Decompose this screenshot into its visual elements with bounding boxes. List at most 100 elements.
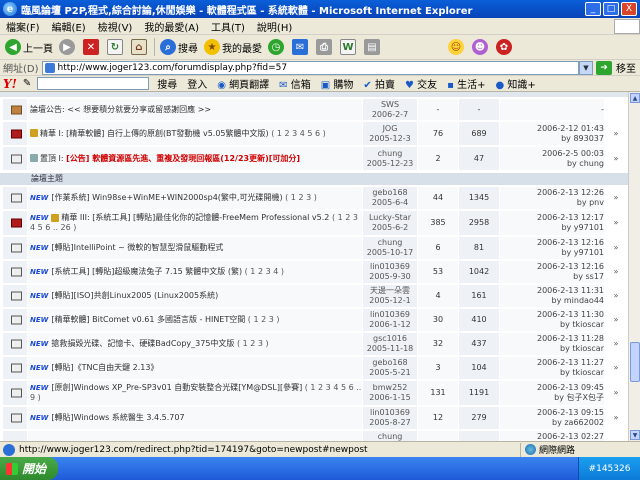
thread-title[interactable]: [轉貼][ISO]共創Linux2005 (Linux2005系統) xyxy=(51,291,218,300)
forward-button[interactable]: ▶ xyxy=(56,36,80,58)
jump-last-icon[interactable]: » xyxy=(606,388,626,398)
start-button[interactable]: 開始 xyxy=(0,457,58,480)
last-post-by[interactable]: by 893037 xyxy=(561,134,604,143)
vertical-scrollbar[interactable]: ▲ ▼ xyxy=(628,92,640,441)
jump-last-icon[interactable]: » xyxy=(606,243,626,253)
menu-help[interactable]: 說明(H) xyxy=(251,19,298,34)
minimize-button[interactable]: _ xyxy=(585,2,601,16)
messenger-button[interactable]: ☺ xyxy=(445,36,469,58)
author-name[interactable]: 天邊一朵雲 xyxy=(370,286,410,295)
page-links[interactable]: ( 1 2 3 4 5 6 ) xyxy=(271,129,326,138)
favorites-button[interactable]: ★ 我的最愛 xyxy=(201,36,265,58)
page-links[interactable]: ( 1 2 3 ) xyxy=(237,339,269,348)
yahoo-search-button[interactable]: 搜尋 xyxy=(152,76,182,91)
thread-title[interactable]: [轉貼]Windows 系統醫生 3.4.5.707 xyxy=(51,413,184,422)
thread-title[interactable]: [系統工具] [轉貼]最佳化你的記憶體-FreeMem Professional… xyxy=(92,213,329,222)
emoticon-button[interactable]: ☻ xyxy=(469,36,493,58)
yahoo-auction-button[interactable]: ✔ 拍賣 xyxy=(358,76,400,91)
search-button[interactable]: ⌕ 搜尋 xyxy=(157,36,201,58)
last-post-by[interactable]: by mindao44 xyxy=(552,296,605,305)
last-post-time[interactable]: 2006-2-13 12:16 xyxy=(537,238,604,247)
thread-title[interactable]: [公告] 軟體資源區先進、重複及發現回報區(12/23更新)[可加分] xyxy=(66,154,300,163)
address-input[interactable]: http://www.joger123.com/forumdisplay.php… xyxy=(41,60,579,75)
yahoo-dating-button[interactable]: ♥ 交友 xyxy=(400,76,442,91)
author-name[interactable]: chung xyxy=(378,432,403,441)
last-post-time[interactable]: 2006-2-13 11:27 xyxy=(537,358,604,367)
last-post-by[interactable]: by 包子X包子 xyxy=(554,393,604,402)
go-arrow-icon[interactable]: ➜ xyxy=(596,60,612,75)
author-name[interactable]: gebo168 xyxy=(372,188,407,197)
last-post-time[interactable]: 2006-2-13 09:15 xyxy=(537,408,604,417)
last-post-by[interactable]: by za662002 xyxy=(552,418,604,427)
author-name[interactable]: Lucky-Star xyxy=(369,213,411,222)
last-post-by[interactable]: by y97101 xyxy=(561,248,604,257)
stop-button[interactable]: ✕ xyxy=(80,36,104,58)
page-links[interactable]: ( 1 2 3 ) xyxy=(285,193,317,202)
mail-button[interactable]: ✉ xyxy=(289,36,313,58)
yahoo-knowledge-button[interactable]: ● 知識+ xyxy=(490,76,540,91)
thread-title[interactable]: 搶救損毀光碟、記憶卡、硬碟BadCopy_375中文版 xyxy=(51,339,234,348)
page-links[interactable]: ( 1 2 3 4 ) xyxy=(245,267,284,276)
last-post-time[interactable]: 2006-2-13 12:16 xyxy=(537,262,604,271)
thread-title[interactable]: [原創]Windows XP_Pre-SP3v01 自動安裝整合光碟[YM@DS… xyxy=(51,383,302,392)
back-button[interactable]: ◀ 上一頁 xyxy=(2,36,56,58)
menu-favorites[interactable]: 我的最愛(A) xyxy=(138,19,205,34)
last-post-by[interactable]: by tkioscar xyxy=(560,320,604,329)
jump-last-icon[interactable]: » xyxy=(606,339,626,349)
thread-title[interactable]: [作業系統] Win98se+WinME+WIN2000sp4(繁中,可光碟開機… xyxy=(51,193,282,202)
author-name[interactable]: bmw252 xyxy=(373,383,408,392)
go-button[interactable]: 移至 xyxy=(612,60,640,75)
yahoo-login-button[interactable]: 登入 xyxy=(182,76,212,91)
addon-button[interactable]: ✿ xyxy=(493,36,517,58)
yahoo-mail-button[interactable]: ✉ 信箱 xyxy=(274,76,316,91)
refresh-button[interactable]: ↻ xyxy=(104,36,128,58)
last-post-time[interactable]: 2006-2-13 12:26 xyxy=(537,188,604,197)
author-name[interactable]: lin010369 xyxy=(370,408,410,417)
announcement-title[interactable]: 論壇公告: << 想要積分就要分享或留感謝回應 >> xyxy=(30,105,211,114)
jump-last-icon[interactable]: » xyxy=(606,267,626,277)
author-name[interactable]: gsc1016 xyxy=(373,334,407,343)
author-name[interactable]: JOG xyxy=(383,124,398,133)
menu-tools[interactable]: 工具(T) xyxy=(205,19,251,34)
page-links[interactable]: ( 1 2 3 ) xyxy=(248,315,280,324)
close-button[interactable]: X xyxy=(621,2,637,16)
author-name[interactable]: lin010369 xyxy=(370,262,410,271)
jump-last-icon[interactable]: » xyxy=(606,154,626,164)
yahoo-life-button[interactable]: ▪ 生活+ xyxy=(442,76,490,91)
yahoo-search-input[interactable] xyxy=(37,77,150,90)
jump-last-icon[interactable]: » xyxy=(606,363,626,373)
discuss-button[interactable]: ▤ xyxy=(361,36,385,58)
thread-title[interactable]: [精華軟體] BitComet v0.61 多國語言版 - HINET空間 xyxy=(51,315,245,324)
last-post-time[interactable]: 2006-2-5 00:03 xyxy=(542,149,604,158)
thread-title[interactable]: [轉貼]《TNC自由天鍵 2.13》 xyxy=(51,363,158,372)
jump-last-icon[interactable]: » xyxy=(606,291,626,301)
jump-last-icon[interactable]: » xyxy=(606,129,626,139)
author-name[interactable]: SWS xyxy=(381,100,399,109)
jump-last-icon[interactable]: » xyxy=(606,218,626,228)
yahoo-logo[interactable]: Y! xyxy=(0,77,20,91)
last-post-by[interactable]: by ss17 xyxy=(573,272,604,281)
yahoo-shopping-button[interactable]: ▣ 購物 xyxy=(316,76,359,91)
yahoo-translate-button[interactable]: ◉ 網頁翻譯 xyxy=(212,76,274,91)
thread-title[interactable]: [轉貼]IntelliPoint ~ 微軟的智慧型滑鼠驅動程式 xyxy=(51,243,223,252)
address-dropdown-icon[interactable]: ▼ xyxy=(579,60,593,75)
last-post-by[interactable]: by pnv xyxy=(577,198,604,207)
last-post-by[interactable]: by tkioscar xyxy=(560,344,604,353)
home-button[interactable]: ⌂ xyxy=(128,36,152,58)
last-post-time[interactable]: 2006-2-13 11:30 xyxy=(537,310,604,319)
jump-last-icon[interactable]: » xyxy=(606,413,626,423)
thread-title[interactable]: [系統工具] [轉貼]超級魔法兔子 7.15 繁體中文版 (繁) xyxy=(51,267,242,276)
last-post-time[interactable]: 2006-2-13 12:17 xyxy=(537,213,604,222)
author-name[interactable]: chung xyxy=(378,149,403,158)
author-name[interactable]: lin010369 xyxy=(370,310,410,319)
scroll-down-icon[interactable]: ▼ xyxy=(630,430,640,440)
last-post-by[interactable]: by tkioscar xyxy=(560,368,604,377)
history-button[interactable]: ◷ xyxy=(265,36,289,58)
last-post-by[interactable]: by y97101 xyxy=(561,223,604,232)
last-post-time[interactable]: 2006-2-13 02:27 xyxy=(537,432,604,441)
last-post-time[interactable]: 2006-2-13 09:45 xyxy=(537,383,604,392)
thread-title[interactable]: [精華軟體] 自行上傳的原創(BT發動機 v5.05繁體中文版) xyxy=(66,129,269,138)
print-button[interactable]: ⎙ xyxy=(313,36,337,58)
last-post-time[interactable]: 2006-2-13 11:31 xyxy=(537,286,604,295)
last-post-time[interactable]: 2006-2-13 11:28 xyxy=(537,334,604,343)
